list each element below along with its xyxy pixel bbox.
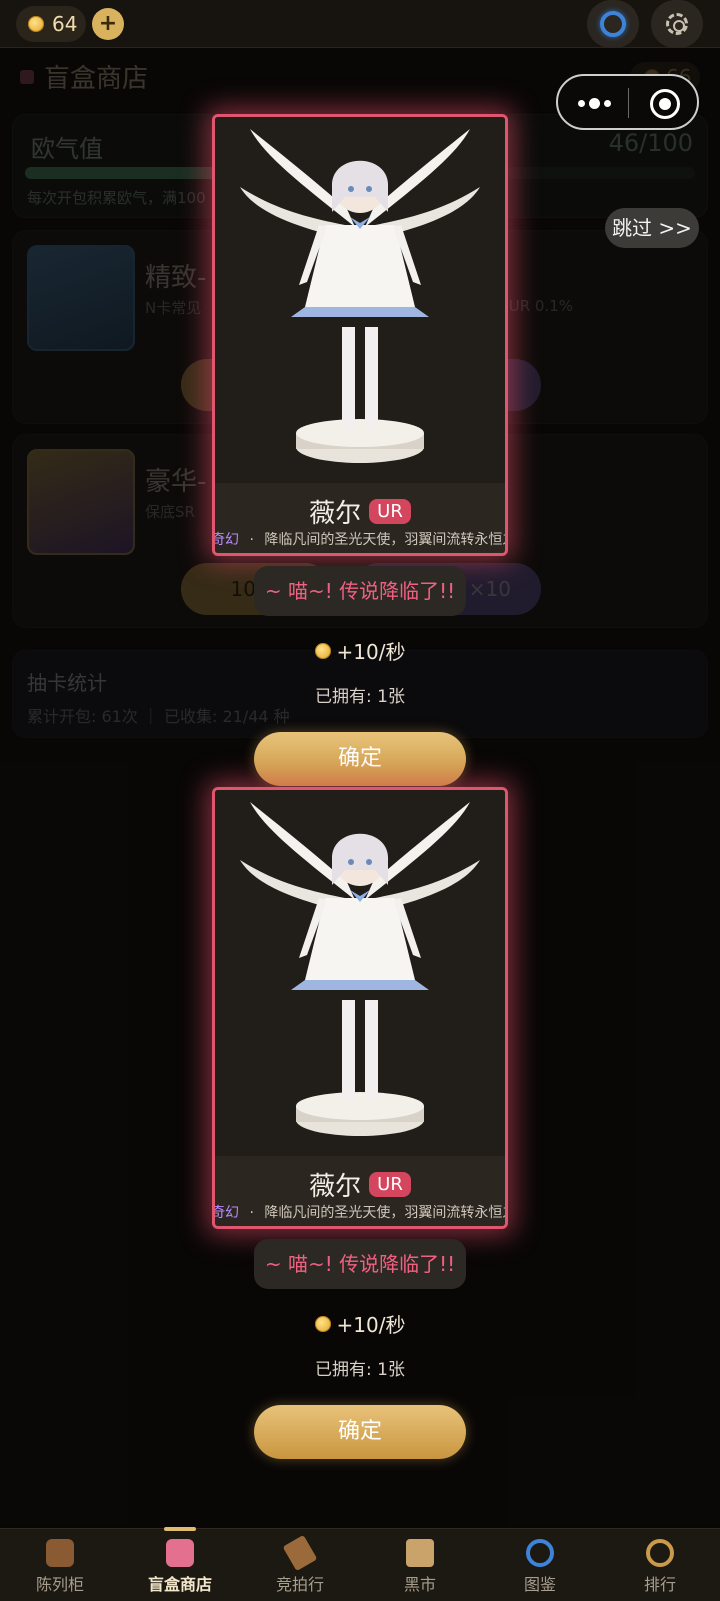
add-coins-button[interactable]: + bbox=[92, 8, 124, 40]
card-name-row: 薇尔 UR bbox=[215, 1166, 505, 1203]
tab-collection[interactable]: 图鉴 bbox=[480, 1529, 600, 1601]
more-dots-icon[interactable] bbox=[578, 98, 611, 109]
card-name: 薇尔 bbox=[309, 1172, 362, 1202]
portal-icon bbox=[526, 1539, 554, 1567]
tab-auction[interactable]: 竞拍行 bbox=[240, 1529, 360, 1601]
scroll-icon bbox=[406, 1539, 434, 1567]
coin-icon bbox=[314, 1315, 331, 1332]
tab-cabinet[interactable]: 陈列柜 bbox=[0, 1529, 120, 1601]
settings-button[interactable] bbox=[651, 0, 703, 48]
card-flavor-text: 降临凡间的圣光天使，羽翼间流转永恒之 bbox=[264, 1205, 508, 1221]
card-frame[interactable]: 薇尔 UR 奇幻 · 降临凡间的圣光天使，羽翼间流转永恒之 bbox=[212, 787, 508, 1229]
magnifier-icon bbox=[646, 1539, 674, 1567]
card-reveal: 薇尔 UR 奇幻 · 降临凡间的圣光天使，羽翼间流转永恒之 ~ 喵~! 传说降临… bbox=[0, 114, 720, 786]
income-rate-value: +10/秒 bbox=[336, 1313, 406, 1337]
flavor-separator: · bbox=[249, 1205, 254, 1221]
confirm-button[interactable]: 确定 bbox=[254, 732, 466, 786]
top-bar: 64 + bbox=[0, 0, 720, 48]
card-artwork bbox=[215, 790, 505, 1156]
confirm-button[interactable]: 确定 bbox=[254, 1405, 466, 1459]
card-reveal: 薇尔 UR 奇幻 · 降临凡间的圣光天使，羽翼间流转永恒之 ~ 喵~! 传说降临… bbox=[0, 787, 720, 1459]
card-flavor: 奇幻 · 降临凡间的圣光天使，羽翼间流转永恒之 bbox=[212, 529, 508, 549]
card-name-row: 薇尔 UR bbox=[215, 493, 505, 530]
card-category-tag: 奇幻 bbox=[212, 1205, 239, 1221]
cabinet-icon bbox=[46, 1539, 74, 1567]
owned-count: 已拥有: 1张 bbox=[315, 687, 405, 707]
tab-label: 竞拍行 bbox=[275, 1575, 324, 1594]
bottom-tab-bar: 陈列柜 盲盒商店 竞拍行 黑市 图鉴 排行 bbox=[0, 1527, 720, 1601]
tab-label: 黑市 bbox=[403, 1575, 436, 1594]
coin-icon bbox=[314, 642, 331, 659]
rarity-badge: UR bbox=[369, 1172, 411, 1197]
flavor-separator: · bbox=[249, 532, 254, 548]
tab-black-market[interactable]: 黑市 bbox=[360, 1529, 480, 1601]
card-flavor: 奇幻 · 降临凡间的圣光天使，羽翼间流转永恒之 bbox=[212, 1202, 508, 1222]
coin-icon bbox=[28, 16, 44, 32]
card-name: 薇尔 bbox=[309, 499, 362, 529]
gift-box-icon bbox=[166, 1539, 194, 1567]
rarity-badge: UR bbox=[369, 499, 411, 524]
tab-label: 排行 bbox=[643, 1575, 676, 1594]
card-frame[interactable]: 薇尔 UR 奇幻 · 降临凡间的圣光天使，羽翼间流转永恒之 bbox=[212, 114, 508, 556]
hammer-icon bbox=[282, 1534, 318, 1572]
tab-ranking[interactable]: 排行 bbox=[600, 1529, 720, 1601]
owned-count: 已拥有: 1张 bbox=[315, 1360, 405, 1380]
tab-blind-box-shop[interactable]: 盲盒商店 bbox=[120, 1527, 240, 1601]
portal-button[interactable] bbox=[587, 0, 639, 48]
app-root: 64 + 盲盒商店 66 欧气值 46/100 每次开包积累欧气，满100 精致… bbox=[0, 0, 720, 1601]
income-rate-value: +10/秒 bbox=[336, 640, 406, 664]
coin-balance: 64 bbox=[16, 6, 86, 42]
card-artwork bbox=[215, 117, 505, 483]
speech-bubble: ~ 喵~! 传说降临了!! bbox=[254, 1239, 466, 1289]
coin-balance-value: 64 bbox=[52, 12, 78, 36]
income-rate: +10/秒 bbox=[0, 636, 720, 665]
tab-label: 陈列柜 bbox=[35, 1575, 84, 1594]
tab-label: 图鉴 bbox=[523, 1575, 556, 1594]
gear-icon bbox=[666, 13, 688, 35]
speech-bubble: ~ 喵~! 传说降临了!! bbox=[254, 566, 466, 616]
card-name-area: 薇尔 UR 奇幻 · 降临凡间的圣光天使，羽翼间流转永恒之 bbox=[215, 1156, 505, 1226]
tab-label: 盲盒商店 bbox=[147, 1575, 212, 1594]
portal-icon bbox=[600, 11, 626, 37]
card-name-area: 薇尔 UR 奇幻 · 降临凡间的圣光天使，羽翼间流转永恒之 bbox=[215, 483, 505, 553]
card-flavor-text: 降临凡间的圣光天使，羽翼间流转永恒之 bbox=[264, 532, 508, 548]
card-category-tag: 奇幻 bbox=[212, 532, 239, 548]
income-rate: +10/秒 bbox=[0, 1309, 720, 1338]
